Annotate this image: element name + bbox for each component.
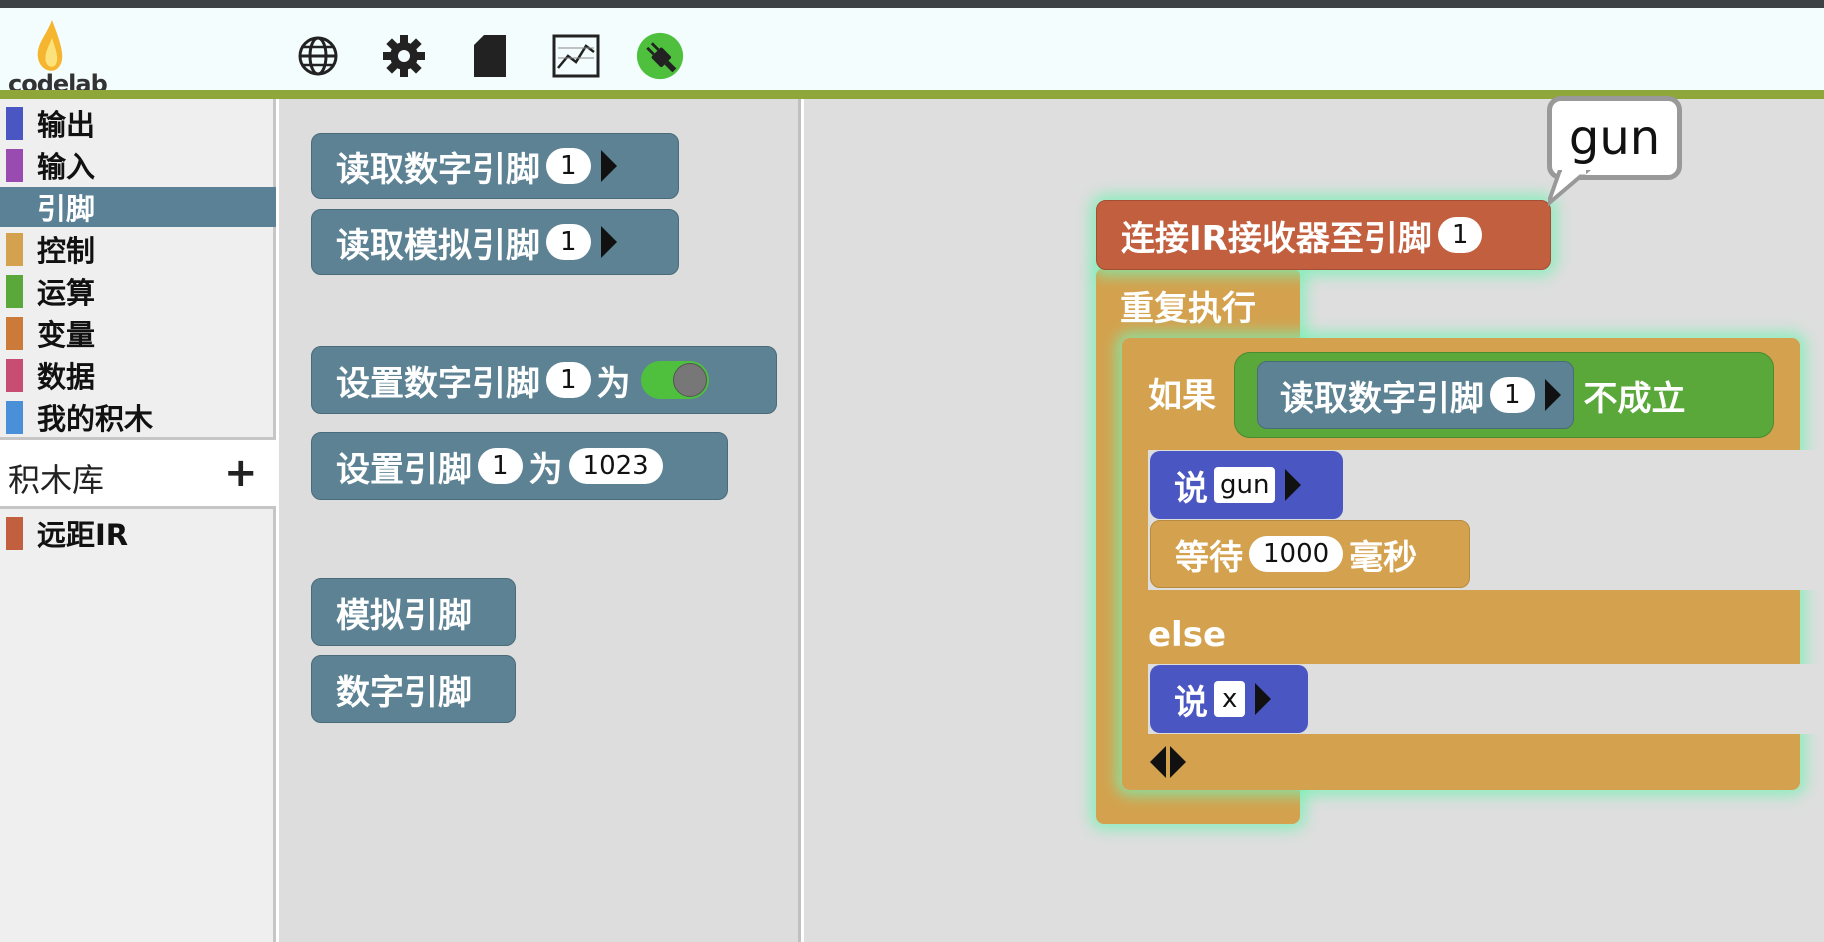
category-long-range-ir[interactable]: 远距IR: [0, 513, 276, 553]
set-digital-pin-block[interactable]: 设置数字引脚 1 为: [311, 346, 777, 414]
block-label: 连接IR接收器至引脚: [1121, 218, 1432, 259]
category-label: 远距IR: [37, 518, 129, 552]
dropdown-arrow-icon[interactable]: [1285, 469, 1302, 501]
window-top-border: [0, 0, 1824, 8]
block-label: 模拟引脚: [336, 595, 472, 636]
wait-value-input[interactable]: 1000: [1249, 536, 1344, 572]
else-label-row: else: [1122, 600, 1422, 670]
block-label: 设置引脚: [336, 449, 472, 490]
app-logo: codelab: [6, 18, 108, 98]
category-label: 输出: [37, 108, 96, 142]
block-label-to: 为: [528, 449, 563, 490]
else-label: else: [1148, 615, 1227, 655]
read-digital-pin-block[interactable]: 读取数字引脚 1: [1257, 361, 1574, 429]
category-variables[interactable]: 变量: [0, 313, 276, 353]
pin-input[interactable]: 1: [1490, 377, 1535, 413]
category-data[interactable]: 数据: [0, 355, 276, 395]
category-swatch: [6, 516, 23, 550]
dropdown-arrow-icon[interactable]: [600, 226, 617, 258]
wait-block[interactable]: 等待 1000 毫秒: [1150, 520, 1470, 588]
forever-block[interactable]: 重复执行: [1096, 270, 1300, 340]
analog-pin-block[interactable]: 模拟引脚: [311, 578, 516, 646]
block-label: 说: [1174, 682, 1208, 723]
block-label: 读取模拟引脚: [336, 225, 540, 266]
category-swatch: [6, 106, 23, 140]
category-swatch: [6, 148, 23, 182]
category-label: 输入: [37, 150, 96, 184]
say-text-input[interactable]: gun: [1214, 467, 1276, 503]
block-label: 重复执行: [1120, 288, 1256, 329]
globe-icon[interactable]: [294, 32, 342, 80]
category-label: 引脚: [37, 192, 96, 226]
header-divider: [0, 90, 1824, 99]
say-block[interactable]: 说 x: [1150, 665, 1308, 733]
block-label: 读取数字引脚: [336, 149, 540, 190]
category-label: 我的积木: [37, 402, 154, 436]
connect-ir-receiver-block[interactable]: 连接IR接收器至引脚 1: [1096, 200, 1551, 270]
mutator-arrows-icon[interactable]: [1148, 742, 1188, 782]
category-swatch: [6, 316, 23, 350]
dropdown-arrow-icon[interactable]: [1255, 683, 1272, 715]
speech-bubble: gun: [1547, 96, 1682, 180]
digital-pin-block[interactable]: 数字引脚: [311, 655, 516, 723]
category-swatch: [6, 190, 23, 224]
category-control[interactable]: 控制: [0, 229, 276, 269]
category-swatch: [6, 232, 23, 266]
say-block[interactable]: 说 gun: [1150, 451, 1343, 519]
block-label: 说: [1174, 468, 1208, 509]
category-label: 数据: [37, 360, 96, 394]
value-input[interactable]: 1023: [568, 448, 663, 484]
category-my-blocks[interactable]: 我的积木: [0, 397, 276, 437]
not-operator-block[interactable]: 读取数字引脚 1 不成立: [1234, 352, 1774, 438]
category-pins[interactable]: 引脚: [0, 187, 276, 227]
block-label: 如果: [1148, 375, 1216, 416]
read-analog-pin-block[interactable]: 读取模拟引脚 1: [311, 209, 679, 275]
category-input[interactable]: 输入: [0, 145, 276, 185]
category-label: 控制: [37, 234, 96, 268]
block-label: 等待: [1175, 537, 1243, 578]
bubble-text: gun: [1568, 110, 1661, 166]
toolbar: codelab: [0, 8, 1824, 98]
ws-gap: [1800, 664, 1824, 734]
file-icon[interactable]: [466, 32, 514, 80]
pin-input[interactable]: 1: [1437, 217, 1483, 253]
pin-state-toggle[interactable]: [640, 361, 709, 399]
toggle-knob: [672, 363, 707, 397]
add-extension-button[interactable]: +: [224, 450, 258, 496]
chart-icon[interactable]: [552, 32, 600, 80]
gear-icon[interactable]: [380, 32, 428, 80]
pin-input[interactable]: 1: [546, 362, 591, 398]
category-swatch: [6, 400, 23, 434]
pin-input[interactable]: 1: [478, 448, 523, 484]
pin-input[interactable]: 1: [546, 224, 591, 260]
dropdown-arrow-icon[interactable]: [600, 150, 617, 182]
category-label: 变量: [37, 318, 96, 352]
block-label: 毫秒: [1349, 537, 1418, 578]
say-text-input[interactable]: x: [1214, 681, 1246, 717]
category-swatch: [6, 358, 23, 392]
pin-input[interactable]: 1: [546, 148, 591, 184]
category-operators[interactable]: 运算: [0, 271, 276, 311]
library-label: 积木库: [8, 461, 105, 499]
set-pin-block[interactable]: 设置引脚 1 为 1023: [311, 432, 728, 500]
block-label: 数字引脚: [336, 672, 472, 713]
block-label: 不成立: [1583, 378, 1686, 419]
ws-gap: [1800, 450, 1824, 590]
category-output[interactable]: 输出: [0, 103, 276, 143]
dropdown-arrow-icon[interactable]: [1544, 379, 1561, 411]
category-swatch: [6, 274, 23, 308]
block-label-to: 为: [596, 363, 631, 404]
block-label: 设置数字引脚: [336, 363, 540, 404]
usb-plug-icon[interactable]: [636, 32, 684, 80]
category-label: 运算: [37, 276, 96, 310]
bubble-tail: [1548, 170, 1592, 207]
block-label: 读取数字引脚: [1280, 378, 1484, 419]
read-digital-pin-block[interactable]: 读取数字引脚 1: [311, 133, 679, 199]
block-library-bar: 积木库 +: [0, 437, 276, 509]
